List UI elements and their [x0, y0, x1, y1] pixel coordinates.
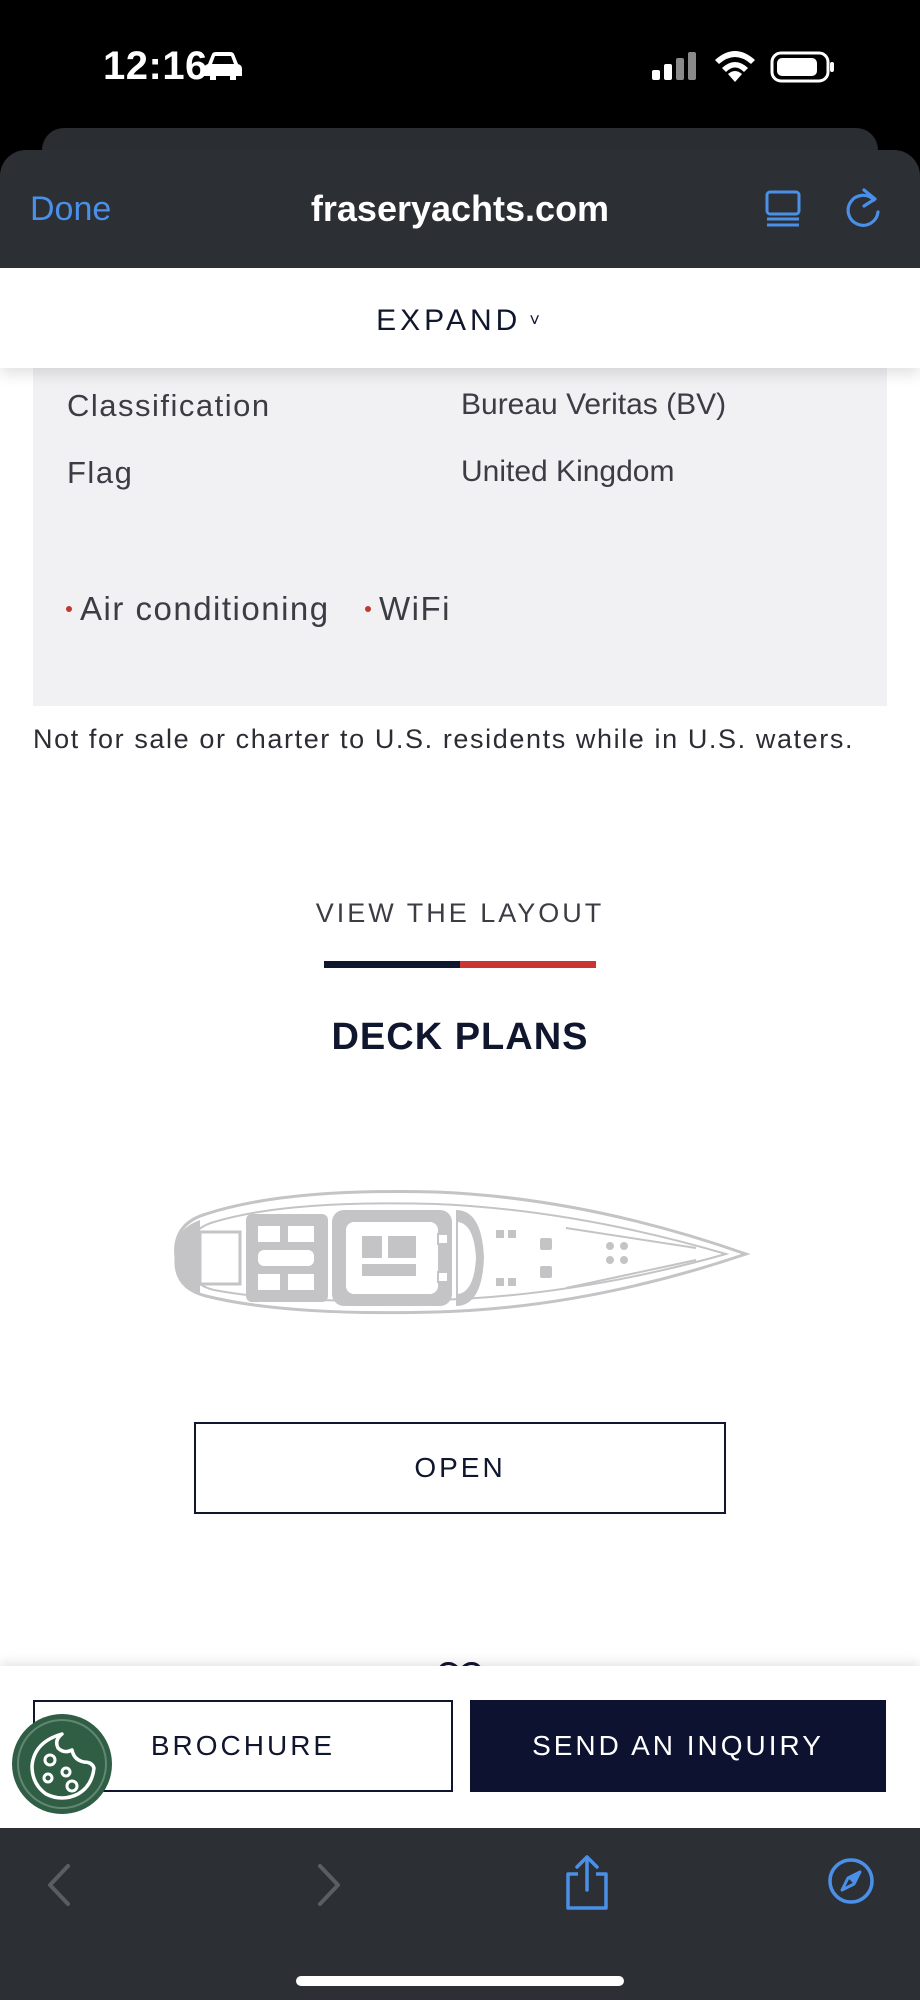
section-title: DECK PLANS [331, 1016, 589, 1058]
divider-red [460, 961, 596, 968]
back-arrow-icon[interactable] [42, 1860, 76, 1910]
spec-value-flag: United Kingdom [461, 455, 675, 488]
safari-compass-icon[interactable] [826, 1856, 876, 1906]
share-icon[interactable] [564, 1854, 610, 1912]
expand-label: EXPAND [376, 304, 522, 337]
home-indicator [296, 1976, 624, 1986]
chevron-down-icon: ˅ [529, 310, 544, 330]
sale-disclaimer: Not for sale or charter to U.S. resident… [33, 724, 855, 754]
browser-header: Done fraseryachts.com [0, 150, 920, 268]
status-bar: 12:16 [0, 0, 920, 130]
wifi-icon [715, 51, 755, 82]
browser-toolbar [0, 1828, 920, 2000]
expand-toggle[interactable]: EXPAND ˅ [0, 304, 920, 338]
amenity-label: Air conditioning [80, 590, 330, 627]
specifications-panel: Classification Bureau Veritas (BV) Flag … [33, 368, 887, 706]
open-deck-plans-button[interactable]: OPEN [194, 1422, 726, 1514]
send-inquiry-button[interactable]: SEND AN INQUIRY [470, 1700, 886, 1792]
bullet-dot [365, 606, 371, 612]
bullet-dot [66, 606, 72, 612]
status-time: 12:16 [103, 44, 208, 88]
car-icon [204, 52, 242, 80]
spec-value-classification: Bureau Veritas (BV) [461, 388, 727, 421]
amenity-item: Air conditioning [66, 590, 330, 628]
action-bar: BROCHURE SEND AN INQUIRY [0, 1666, 920, 1828]
expand-bar[interactable]: EXPAND ˅ [0, 268, 920, 368]
spec-label-flag: Flag [67, 455, 134, 490]
battery-icon [770, 51, 834, 83]
spec-label-classification: Classification [67, 388, 271, 423]
web-page: EXPAND ˅ Classification Bureau Veritas (B… [0, 268, 920, 1828]
amenity-item: WiFi [365, 590, 451, 628]
divider-navy [324, 961, 460, 968]
amenity-label: WiFi [379, 590, 451, 627]
forward-arrow-icon[interactable] [312, 1860, 346, 1910]
reload-icon[interactable] [844, 186, 884, 230]
cookie-icon[interactable] [10, 1712, 114, 1816]
reader-view-icon[interactable] [764, 188, 802, 228]
deck-plan-image[interactable] [166, 1168, 754, 1328]
section-kicker: VIEW THE LAYOUT [315, 898, 605, 928]
cellular-signal-icon [652, 52, 696, 80]
